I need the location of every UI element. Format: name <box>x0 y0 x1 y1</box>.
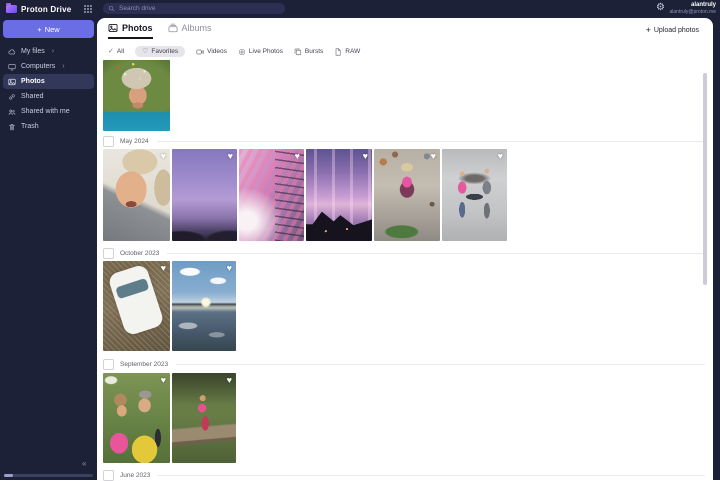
search-bar[interactable] <box>103 3 285 14</box>
burst-icon <box>294 48 302 56</box>
filter-videos[interactable]: Videos <box>196 46 227 58</box>
sidebar-item-trash[interactable]: Trash <box>3 119 94 134</box>
photo-thumbnail[interactable]: ♥ <box>172 149 237 241</box>
filter-favorites[interactable]: ♡ Favorites <box>135 46 185 57</box>
photo-thumbnail[interactable]: ♥ <box>103 373 170 463</box>
filter-live-photos[interactable]: Live Photos <box>238 46 283 58</box>
monitor-icon <box>8 63 16 71</box>
favorite-heart-icon[interactable]: ♥ <box>431 152 436 161</box>
photo-thumbnail[interactable]: ♥ <box>374 149 440 241</box>
section-checkbox[interactable] <box>103 248 114 259</box>
live-photo-icon <box>238 48 246 56</box>
section-label: October 2023 <box>120 250 159 257</box>
link-icon <box>8 93 16 101</box>
section-label: September 2023 <box>120 361 168 368</box>
favorite-heart-icon[interactable]: ♥ <box>498 152 503 161</box>
section-checkbox[interactable] <box>103 136 114 147</box>
trash-icon <box>8 123 16 131</box>
proton-drive-window: Proton Drive ⚙ alantruly alantruly@proto… <box>0 0 720 480</box>
settings-gear-icon[interactable]: ⚙ <box>656 1 665 15</box>
user-email: alantruly@proton.me <box>668 10 716 15</box>
section-header-june-2023: June 2023 <box>103 469 705 481</box>
collapse-sidebar-icon[interactable]: « <box>82 459 86 468</box>
heart-icon: ♡ <box>142 48 148 55</box>
section-header-september-2023: September 2023 <box>103 358 705 370</box>
app-switcher-icon[interactable] <box>84 5 94 15</box>
plus-icon: + <box>37 25 41 34</box>
section-checkbox[interactable] <box>103 359 114 370</box>
proton-drive-logo[interactable]: Proton Drive <box>6 3 71 15</box>
main-panel: Photos Albums + Upload photos ✓ All ♡ Fa… <box>97 18 713 480</box>
sidebar-item-shared[interactable]: Shared <box>3 89 94 104</box>
photo-row <box>103 60 170 131</box>
photo-row: ♥ ♥ ♥ ♥ ♥ ♥ <box>103 149 507 241</box>
check-icon: ✓ <box>108 48 114 55</box>
new-button[interactable]: + New <box>3 20 94 38</box>
view-tabs: Photos Albums <box>108 23 212 39</box>
photo-thumbnail[interactable] <box>103 60 170 131</box>
section-divider <box>176 364 705 365</box>
photo-thumbnail[interactable]: ♥ <box>306 149 372 241</box>
section-header-october-2023: October 2023 <box>103 247 705 259</box>
favorite-heart-icon[interactable]: ♥ <box>363 152 368 161</box>
chevron-right-icon: › <box>52 48 54 55</box>
sidebar-item-computers[interactable]: Computers › <box>3 59 94 74</box>
photo-thumbnail[interactable]: ♥ <box>239 149 304 241</box>
cloud-icon <box>8 48 16 56</box>
filter-bursts[interactable]: Bursts <box>294 46 323 58</box>
favorite-heart-icon[interactable]: ♥ <box>228 152 233 161</box>
favorite-heart-icon[interactable]: ♥ <box>227 376 232 385</box>
user-name: alantruly <box>668 2 716 8</box>
section-label: May 2024 <box>120 138 149 145</box>
raw-file-icon <box>334 48 342 56</box>
image-icon <box>108 23 118 33</box>
photo-thumbnail[interactable]: ♥ <box>172 373 236 463</box>
sidebar-nav: My files › Computers › Photos Shared Sha… <box>3 44 94 134</box>
sidebar-item-shared-with-me[interactable]: Shared with me <box>3 104 94 119</box>
tab-photos[interactable]: Photos <box>108 23 153 39</box>
upload-photos-button[interactable]: + Upload photos <box>646 27 699 34</box>
chevron-right-icon: › <box>62 63 64 70</box>
photo-thumbnail[interactable]: ♥ <box>172 261 236 351</box>
favorite-heart-icon[interactable]: ♥ <box>227 264 232 273</box>
storage-meter <box>4 474 93 477</box>
tab-albums[interactable]: Albums <box>168 23 212 39</box>
search-input[interactable] <box>119 5 280 12</box>
section-divider <box>158 475 705 476</box>
photo-thumbnail[interactable]: ♥ <box>442 149 507 241</box>
section-label: June 2023 <box>120 472 150 479</box>
photo-thumbnail[interactable]: ♥ <box>103 261 170 351</box>
sidebar-item-photos[interactable]: Photos <box>3 74 94 89</box>
albums-icon <box>168 23 178 33</box>
scrollbar-thumb[interactable] <box>703 73 707 285</box>
image-icon <box>8 78 16 86</box>
plus-icon: + <box>646 27 651 34</box>
video-icon <box>196 48 204 56</box>
filter-raw[interactable]: RAW <box>334 46 360 58</box>
sidebar-item-my-files[interactable]: My files › <box>3 44 94 59</box>
photo-row: ♥ ♥ <box>103 373 236 463</box>
section-divider <box>167 253 705 254</box>
section-checkbox[interactable] <box>103 470 114 481</box>
drive-folder-icon <box>6 5 17 13</box>
section-header-may-2024: May 2024 <box>103 135 705 147</box>
photo-thumbnail[interactable]: ♥ <box>103 149 170 241</box>
users-icon <box>8 108 16 116</box>
filter-bar: ✓ All ♡ Favorites Videos Live Photos <box>108 45 360 58</box>
photo-row: ♥ ♥ <box>103 261 236 351</box>
section-divider <box>157 141 705 142</box>
favorite-heart-icon[interactable]: ♥ <box>161 152 166 161</box>
account-menu[interactable]: alantruly alantruly@proton.me <box>668 2 716 15</box>
search-icon <box>108 5 115 12</box>
logo-text: Proton Drive <box>21 5 71 14</box>
favorite-heart-icon[interactable]: ♥ <box>161 376 166 385</box>
favorite-heart-icon[interactable]: ♥ <box>295 152 300 161</box>
favorite-heart-icon[interactable]: ♥ <box>161 264 166 273</box>
filter-all[interactable]: ✓ All <box>108 46 124 57</box>
